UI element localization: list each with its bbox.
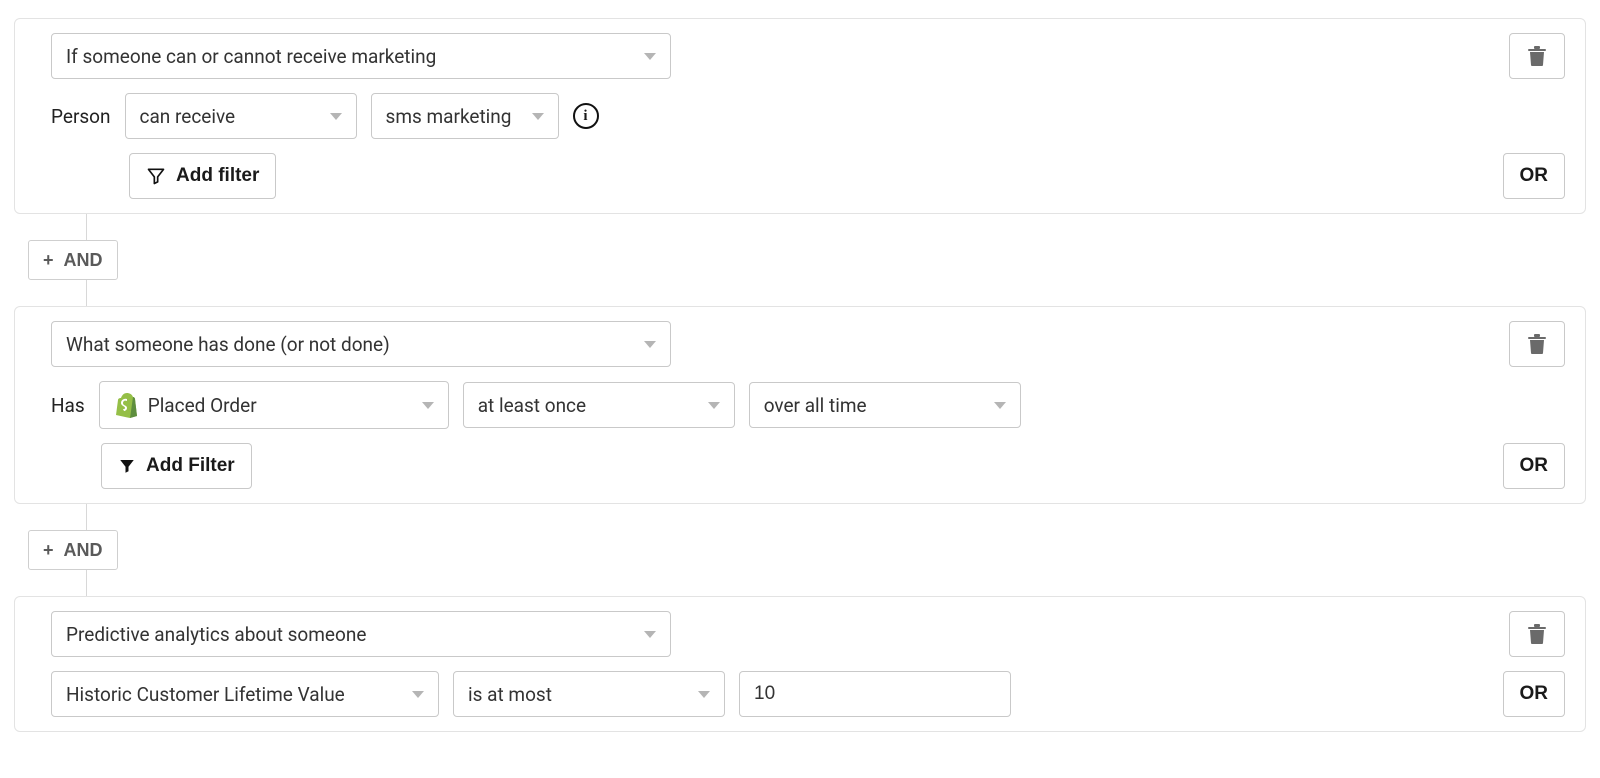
or-button[interactable]: OR <box>1503 671 1566 717</box>
channel-select[interactable]: sms marketing <box>371 93 559 139</box>
person-op-select[interactable]: can receive <box>125 93 357 139</box>
or-label: OR <box>1520 455 1549 477</box>
person-label: Person <box>51 105 111 128</box>
chevron-down-icon <box>698 691 710 698</box>
info-icon[interactable]: i <box>573 103 599 129</box>
add-filter-button[interactable]: Add Filter <box>101 443 252 489</box>
add-filter-label: Add Filter <box>146 455 235 477</box>
add-filter-label: Add filter <box>176 165 259 187</box>
timeframe-label: over all time <box>764 394 976 417</box>
trash-icon <box>1528 624 1546 644</box>
event-select[interactable]: Placed Order <box>99 381 449 429</box>
or-label: OR <box>1520 683 1549 705</box>
and-button[interactable]: + AND <box>28 240 118 280</box>
and-button[interactable]: + AND <box>28 530 118 570</box>
add-filter-button[interactable]: Add filter <box>129 153 276 199</box>
chevron-down-icon <box>412 691 424 698</box>
condition-type-select[interactable]: What someone has done (or not done) <box>51 321 671 367</box>
condition-card-marketing: If someone can or cannot receive marketi… <box>14 18 1586 214</box>
or-button[interactable]: OR <box>1503 443 1566 489</box>
condition-type-label: If someone can or cannot receive marketi… <box>66 45 626 68</box>
frequency-select[interactable]: at least once <box>463 382 735 428</box>
event-label: Placed Order <box>148 394 257 417</box>
condition-type-label: Predictive analytics about someone <box>66 623 626 646</box>
or-button[interactable]: OR <box>1503 153 1566 199</box>
chevron-down-icon <box>644 53 656 60</box>
and-label: AND <box>64 250 103 271</box>
and-label: AND <box>64 540 103 561</box>
chevron-down-icon <box>532 113 544 120</box>
chevron-down-icon <box>708 402 720 409</box>
funnel-icon <box>118 457 136 475</box>
person-op-label: can receive <box>140 105 312 128</box>
condition-card-activity: What someone has done (or not done) Has … <box>14 306 1586 504</box>
delete-button[interactable] <box>1509 321 1565 367</box>
chevron-down-icon <box>644 631 656 638</box>
comparison-op-label: is at most <box>468 683 680 706</box>
metric-select[interactable]: Historic Customer Lifetime Value <box>51 671 439 717</box>
chevron-down-icon <box>994 402 1006 409</box>
channel-label: sms marketing <box>386 105 514 128</box>
delete-button[interactable] <box>1509 611 1565 657</box>
plus-icon: + <box>43 541 54 559</box>
trash-icon <box>1528 334 1546 354</box>
value-input[interactable] <box>739 671 1011 717</box>
comparison-op-select[interactable]: is at most <box>453 671 725 717</box>
trash-icon <box>1528 46 1546 66</box>
and-connector: + AND <box>14 214 1586 306</box>
condition-type-select[interactable]: Predictive analytics about someone <box>51 611 671 657</box>
chevron-down-icon <box>422 402 434 409</box>
chevron-down-icon <box>644 341 656 348</box>
plus-icon: + <box>43 251 54 269</box>
or-label: OR <box>1520 165 1549 187</box>
condition-card-predictive: Predictive analytics about someone Histo… <box>14 596 1586 732</box>
chevron-down-icon <box>330 113 342 120</box>
funnel-icon <box>146 166 166 186</box>
timeframe-select[interactable]: over all time <box>749 382 1021 428</box>
shopify-icon <box>114 392 138 418</box>
frequency-label: at least once <box>478 394 690 417</box>
metric-label: Historic Customer Lifetime Value <box>66 683 394 706</box>
condition-type-label: What someone has done (or not done) <box>66 333 626 356</box>
condition-type-select[interactable]: If someone can or cannot receive marketi… <box>51 33 671 79</box>
and-connector: + AND <box>14 504 1586 596</box>
delete-button[interactable] <box>1509 33 1565 79</box>
has-label: Has <box>51 394 85 417</box>
